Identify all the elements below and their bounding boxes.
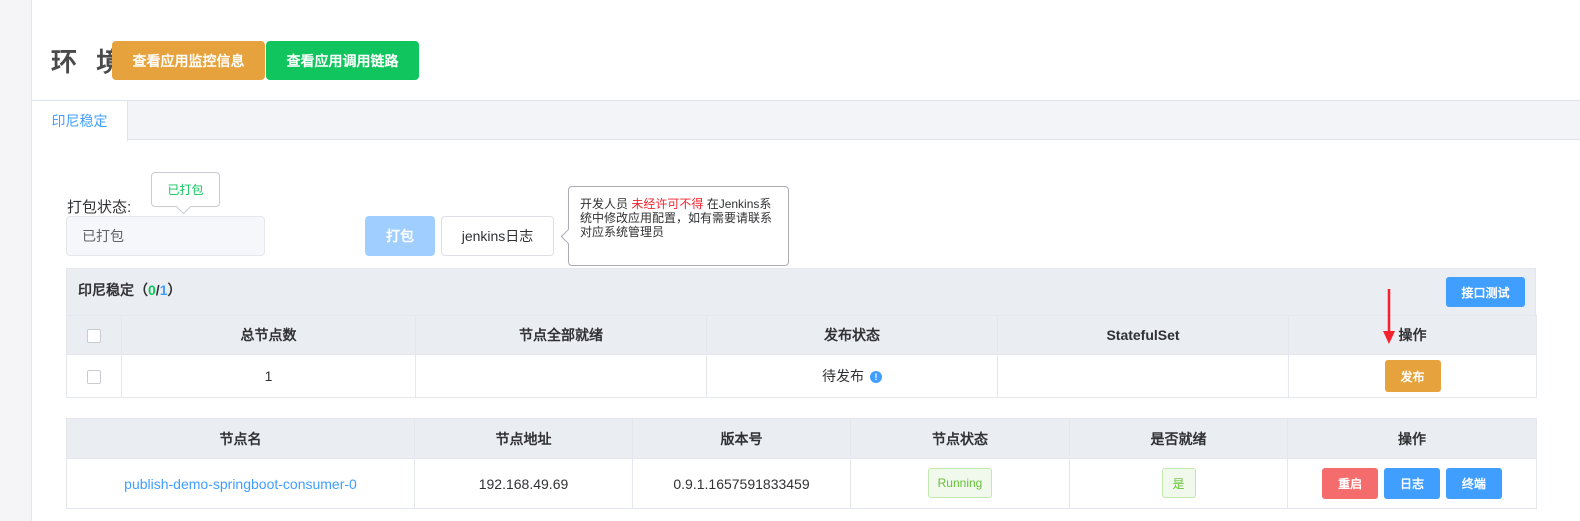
node-table: 节点名 节点地址 版本号 节点状态 是否就绪 操作 publish-demo-s…	[66, 418, 1537, 509]
api-test-button[interactable]: 接口测试	[1446, 277, 1525, 307]
header-node-status: 节点状态	[850, 418, 1070, 459]
row-checkbox[interactable]	[87, 370, 101, 385]
header-node-name: 节点名	[66, 418, 415, 459]
node-version: 0.9.1.1657591833459	[673, 476, 810, 492]
publish-status-cell: 待发布 !	[706, 354, 998, 398]
warning-highlight: 未经许可不得	[631, 197, 704, 211]
summary-table: 总节点数 节点全部就绪 发布状态 StatefulSet 操作 1 待发布 ! …	[66, 315, 1537, 398]
panel-open-paren: （	[134, 282, 148, 298]
warning-prefix: 开发人员	[580, 197, 632, 211]
node-ready-cell: 是	[1069, 458, 1288, 509]
action-cell: 发布	[1288, 354, 1537, 398]
log-button[interactable]: 日志	[1384, 468, 1440, 499]
jenkins-warning-tooltip: 开发人员 未经许可不得 在Jenkins系统中修改应用配置，如有需要请联系对应系…	[568, 186, 789, 266]
total-nodes-value: 1	[121, 354, 416, 398]
header-all-ready: 节点全部就绪	[415, 315, 707, 355]
ready-count: 0	[148, 282, 156, 298]
terminal-button[interactable]: 终端	[1445, 468, 1502, 499]
pack-status-tooltip: 已打包	[151, 172, 220, 207]
table-row: publish-demo-springboot-consumer-0 192.1…	[66, 458, 1537, 509]
red-arrow-annotation	[1383, 289, 1395, 344]
select-all-checkbox[interactable]	[87, 329, 101, 344]
header-statefulset: StatefulSet	[997, 315, 1289, 355]
publish-status-value: 待发布	[822, 368, 865, 384]
header-ready: 是否就绪	[1069, 418, 1288, 459]
statefulset-value	[997, 354, 1289, 398]
summary-row: 1 待发布 ! 发布	[66, 354, 1537, 398]
summary-header-row: 总节点数 节点全部就绪 发布状态 StatefulSet 操作	[66, 315, 1537, 355]
header-action: 操作	[1288, 315, 1537, 355]
header-total-nodes: 总节点数	[121, 315, 416, 355]
header-publish-status: 发布状态	[706, 315, 998, 355]
select-all-cell	[66, 315, 122, 355]
ready-badge: 是	[1161, 468, 1196, 498]
node-version-cell: 0.9.1.1657591833459	[632, 458, 851, 509]
node-address-cell: 192.168.49.69	[414, 458, 633, 509]
env-panel-header: 印尼稳定（0/1）	[66, 268, 1536, 316]
tab-indonesia-stable[interactable]: 印尼稳定	[32, 100, 128, 141]
node-header-row: 节点名 节点地址 版本号 节点状态 是否就绪 操作	[66, 418, 1537, 459]
view-monitor-button[interactable]: 查看应用监控信息	[112, 41, 265, 80]
all-ready-value	[415, 354, 707, 398]
info-icon[interactable]: !	[869, 371, 882, 384]
node-action-cell: 重启 日志 终端	[1287, 458, 1537, 509]
left-gutter	[0, 0, 32, 521]
header-node-address: 节点地址	[414, 418, 633, 459]
env-tabbar: 印尼稳定	[32, 100, 1580, 141]
node-name-cell: publish-demo-springboot-consumer-0	[66, 458, 415, 509]
node-name-link[interactable]: publish-demo-springboot-consumer-0	[124, 476, 357, 492]
pack-status-label: 打包状态:	[67, 199, 132, 216]
header-node-action: 操作	[1287, 418, 1537, 459]
node-address: 192.168.49.69	[478, 476, 569, 492]
panel-title: 印尼稳定（0/1）	[78, 280, 181, 300]
node-status-cell: Running	[850, 458, 1070, 509]
publish-button[interactable]: 发布	[1384, 360, 1441, 392]
panel-close-paren: ）	[167, 282, 182, 298]
jenkins-log-button[interactable]: jenkins日志	[441, 216, 554, 256]
header-version: 版本号	[632, 418, 851, 459]
status-badge: Running	[927, 468, 993, 498]
pack-button[interactable]: 打包	[365, 216, 435, 256]
panel-env-name: 印尼稳定	[78, 282, 134, 298]
view-trace-button[interactable]: 查看应用调用链路	[266, 41, 419, 80]
restart-button[interactable]: 重启	[1322, 468, 1379, 499]
row-select-cell	[66, 354, 122, 398]
pack-status-field: 已打包	[66, 216, 265, 256]
